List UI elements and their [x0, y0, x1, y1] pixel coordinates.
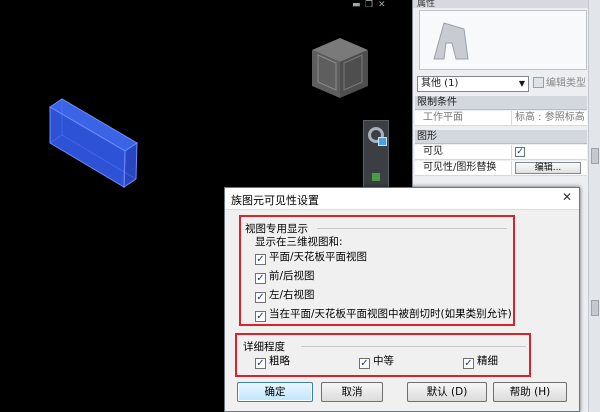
prop-name: 可见性/图形替换 [423, 162, 497, 173]
steering-wheel-icon[interactable] [368, 127, 387, 146]
window-close-icon[interactable]: ✕ [378, 1, 386, 10]
visibility-settings-dialog: 族图元可见性设置 ✕ 视图专用显示 显示在三维视图和: ✓ 平面/天花板平面视图 … [224, 187, 580, 412]
prop-row-visibility-override[interactable]: 可见性/图形替换 编辑... [415, 161, 587, 176]
help-button[interactable]: 帮助 (H) [493, 382, 567, 402]
dialog-title: 族图元可见性设置 [231, 194, 319, 207]
close-icon[interactable]: ✕ [559, 191, 575, 206]
checkbox-front-back-view[interactable]: ✓ 前/后视图 [255, 270, 315, 284]
prop-row-work-plane[interactable]: 工作平面 标高 : 参照标高 [415, 111, 587, 126]
checkbox[interactable]: ✓ [255, 311, 266, 322]
properties-scrollbar[interactable] [588, 0, 600, 412]
checkbox-left-right-view[interactable]: ✓ 左/右视图 [255, 289, 315, 303]
window-minimize-icon[interactable]: ▬ [352, 1, 361, 10]
edit-type-icon [533, 77, 544, 88]
category-graphics[interactable]: 图形 [415, 130, 587, 144]
checkbox[interactable]: ✓ [463, 358, 474, 369]
prop-value-cell: 编辑... [511, 161, 587, 175]
checkbox-label: 前/后视图 [269, 270, 315, 282]
type-selector-value: 其他 (1) [421, 78, 459, 89]
checkbox[interactable]: ✓ [359, 358, 370, 369]
checkbox-label: 精细 [477, 355, 498, 367]
prop-value: 标高 : 参照标高 [511, 111, 587, 125]
checkbox-label: 左/右视图 [269, 289, 315, 301]
checkbox-label: 中等 [373, 355, 394, 367]
edit-type-button[interactable]: 编辑类型 [533, 76, 586, 92]
detail-group-label: 详细程度 [243, 339, 287, 354]
checkbox[interactable]: ✓ [255, 358, 266, 369]
type-selector-dropdown[interactable]: 其他 (1) ▼ [417, 76, 529, 92]
checkbox[interactable]: ✓ [255, 254, 266, 265]
family-preview [419, 10, 587, 70]
scroll-thumb[interactable] [591, 148, 599, 164]
group-divider [317, 228, 507, 229]
checkbox-medium[interactable]: ✓ 中等 [359, 355, 394, 369]
scroll-thumb[interactable] [591, 300, 599, 316]
edit-type-label: 编辑类型 [546, 78, 586, 89]
edit-visibility-button[interactable]: 编辑... [515, 162, 581, 174]
checkbox-cut-in-plan[interactable]: ✓ 当在平面/天花板平面视图中被剖切时(如果类别允许) [255, 308, 512, 322]
prop-row-visible[interactable]: 可见 ✓ [415, 145, 587, 160]
view-group-sublabel: 显示在三维视图和: [255, 236, 343, 248]
checkbox-label: 当在平面/天花板平面视图中被剖切时(如果类别允许) [269, 308, 512, 320]
checkbox-coarse[interactable]: ✓ 粗略 [255, 355, 290, 369]
viewcube-icon[interactable] [300, 28, 380, 108]
family-preview-icon [433, 22, 469, 60]
prop-value-cell: ✓ [511, 145, 587, 159]
checkbox-plan-view[interactable]: ✓ 平面/天花板平面视图 [255, 251, 367, 265]
checkbox[interactable]: ✓ [255, 273, 266, 284]
extrusion-box-3d[interactable] [40, 95, 150, 195]
view-group-label: 视图专用显示 [245, 221, 310, 236]
visible-checkbox[interactable]: ✓ [515, 147, 525, 157]
prop-name: 可见 [423, 146, 443, 157]
checkbox[interactable]: ✓ [255, 292, 266, 303]
zoom-icon[interactable] [372, 173, 380, 181]
window-restore-icon[interactable]: ❐ [365, 1, 373, 10]
prop-name: 工作平面 [423, 112, 463, 123]
group-divider [301, 346, 526, 347]
category-constraints[interactable]: 限制条件 [415, 96, 587, 110]
cancel-button[interactable]: 取消 [321, 382, 383, 402]
checkbox-label: 平面/天花板平面视图 [269, 251, 368, 263]
properties-title: 属性 [413, 0, 600, 8]
chevron-down-icon[interactable]: ▼ [519, 77, 525, 91]
navigation-bar[interactable] [363, 120, 389, 192]
dialog-titlebar[interactable]: 族图元可见性设置 ✕ [225, 188, 579, 210]
default-button[interactable]: 默认 (D) [407, 382, 487, 402]
checkbox-fine[interactable]: ✓ 精细 [463, 355, 498, 369]
checkbox-label: 粗略 [269, 355, 290, 367]
ok-button[interactable]: 确定 [237, 382, 313, 402]
